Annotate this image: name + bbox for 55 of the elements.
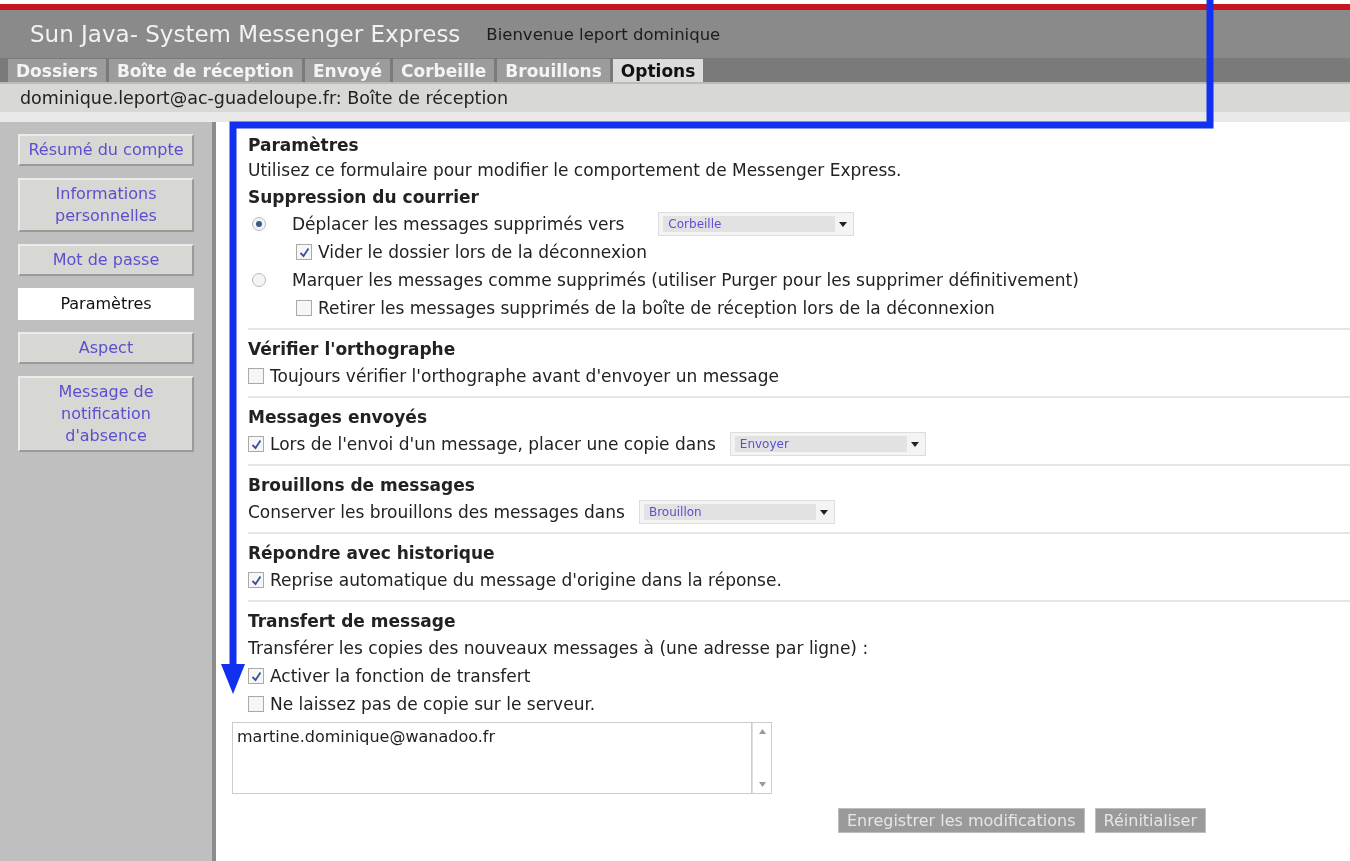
form-button[interactable]: Réinitialiser [1094, 808, 1206, 833]
sidebar-item[interactable]: Résumé du compte [18, 134, 194, 166]
section-heading: Brouillons de messages [248, 474, 476, 497]
tab[interactable]: Options [612, 59, 704, 82]
sidebar-item[interactable]: Message de notification d'absence [18, 376, 194, 452]
checkbox[interactable] [248, 572, 264, 588]
checkbox-label: Lors de l'envoi d'un message, placer une copie dans [270, 434, 716, 454]
radio-button[interactable] [252, 273, 266, 287]
form-button[interactable]: Enregistrer les modifications [837, 808, 1085, 833]
checkbox[interactable] [248, 436, 264, 452]
checkbox-label: Vider le dossier lors de la déconnexion [318, 242, 647, 262]
tab[interactable]: Dossiers [8, 59, 106, 82]
option-label: Marquer les messages comme supprimés (utiliser Purger pour les supprimer définitivement) [292, 270, 1079, 290]
checkbox-label: Ne laissez pas de copie sur le serveur. [270, 694, 596, 714]
sidebar-item[interactable]: Informations personnelles [18, 178, 194, 232]
dropdown[interactable]: Brouillon [638, 500, 835, 524]
dropdown-caret-icon [819, 509, 828, 515]
dropdown[interactable]: Corbeille [658, 212, 855, 236]
checkbox-label: Retirer les messages supprimés de la boîte de réception lors de la déconnexion [318, 298, 995, 318]
scroll-up-icon[interactable] [758, 729, 766, 734]
sidebar-item[interactable]: Aspect [18, 332, 194, 364]
page-description: Utilisez ce formulaire pour modifier le comportement de Messenger Express. [248, 159, 903, 182]
section-heading: Vérifier l'orthographe [248, 338, 457, 361]
tab[interactable]: Brouillons [497, 59, 610, 82]
checkbox[interactable] [248, 368, 264, 384]
checkbox[interactable] [248, 696, 264, 712]
checkbox-label: Toujours vérifier l'orthographe avant d'envoyer un message [270, 366, 780, 386]
setting-text: Conserver les brouillons des messages dans [248, 502, 625, 522]
checkbox-label: Activer la fonction de transfert [270, 666, 531, 686]
account-path: dominique.leport@ac-guadeloupe.fr: Boîte de réception [20, 88, 509, 108]
section-heading: Transfert de message [248, 610, 457, 633]
address-field[interactable]: martine.dominique@wanadoo.fr [232, 722, 752, 794]
scroll-down-icon[interactable] [758, 782, 766, 787]
sidebar-item[interactable]: Paramètres [18, 288, 194, 320]
dropdown-caret-icon [910, 441, 919, 447]
app-title: Sun Java- System Messenger Express [30, 21, 461, 47]
checkbox[interactable] [296, 244, 312, 260]
dropdown[interactable]: Envoyer [729, 432, 926, 456]
page-heading: Paramètres [248, 134, 360, 157]
option-label: Déplacer les messages supprimés vers [292, 214, 625, 234]
section-heading: Messages envoyés [248, 406, 428, 429]
tab[interactable]: Envoyé [305, 59, 391, 82]
checkbox[interactable] [248, 668, 264, 684]
radio-button[interactable] [252, 217, 266, 231]
tab[interactable]: Corbeille [393, 59, 495, 82]
welcome-text: Bienvenue leport dominique [486, 24, 721, 44]
sidebar-item[interactable]: Mot de passe [18, 244, 194, 276]
dropdown-caret-icon [839, 221, 848, 227]
tab[interactable]: Boîte de réception [108, 59, 302, 82]
scrollbar[interactable] [752, 722, 772, 794]
section-heading: Suppression du courrier [248, 186, 480, 209]
setting-text: Transférer les copies des nouveaux messages à (une adresse par ligne) : [248, 638, 869, 658]
checkbox[interactable] [296, 300, 312, 316]
section-heading: Répondre avec historique [248, 542, 496, 565]
checkbox-label: Reprise automatique du message d'origine dans la réponse. [270, 570, 782, 590]
